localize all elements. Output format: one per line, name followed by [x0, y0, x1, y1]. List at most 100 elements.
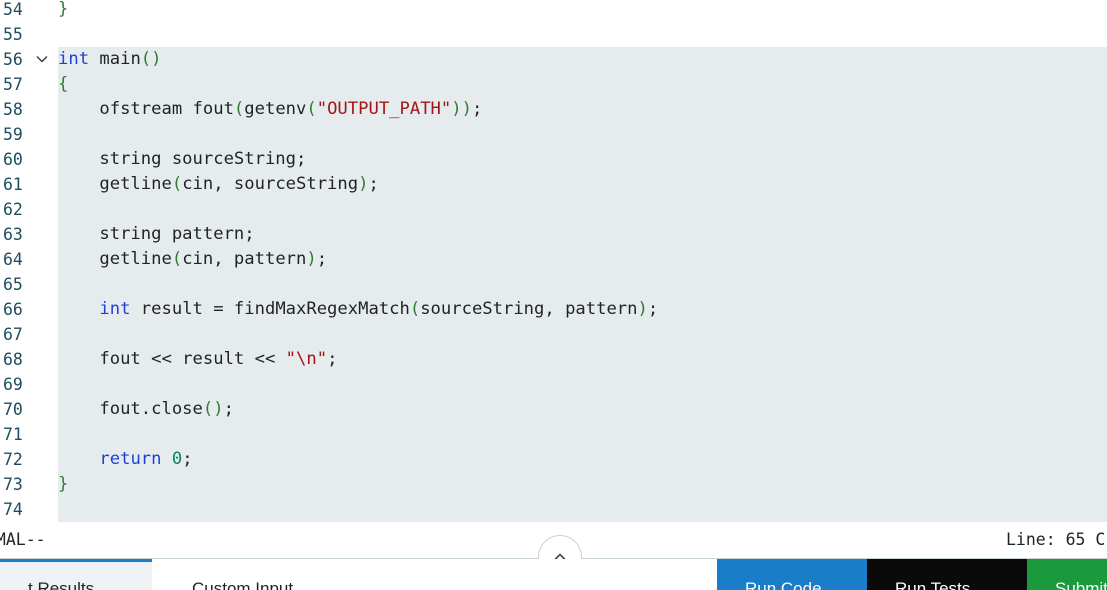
code-token: ; — [327, 349, 338, 369]
code-token: ; — [223, 399, 234, 419]
code-token: getenv — [244, 99, 307, 119]
line-number: 59 — [3, 125, 23, 144]
code-line[interactable]: 63 string pattern; — [0, 222, 1107, 247]
code-line[interactable]: 59 — [0, 122, 1107, 147]
line-number: 67 — [3, 325, 23, 344]
code-token: ) — [306, 249, 317, 269]
submit-label: Submit — [1055, 579, 1107, 590]
code-token: int — [99, 299, 131, 319]
code-token: ( — [306, 99, 317, 119]
line-gutter: 70 — [0, 397, 58, 422]
run-code-button[interactable]: Run Code — [717, 559, 867, 590]
code-token: fout << result << — [58, 349, 286, 369]
code-text: string pattern; — [58, 222, 255, 247]
code-line[interactable]: 68 fout << result << "\n"; — [0, 347, 1107, 372]
code-line[interactable]: 66 int result = findMaxRegexMatch(source… — [0, 297, 1107, 322]
code-line[interactable]: 71 — [0, 422, 1107, 447]
run-code-label: Run Code — [745, 579, 822, 590]
code-token: cin, pattern — [182, 249, 307, 269]
code-text: getline(cin, pattern); — [58, 247, 327, 272]
code-token: return — [99, 449, 162, 469]
code-line[interactable]: 64 getline(cin, pattern); — [0, 247, 1107, 272]
code-line[interactable]: 69 — [0, 372, 1107, 397]
line-number: 68 — [3, 350, 23, 369]
code-token: string pattern; — [58, 224, 255, 244]
code-token: () — [202, 399, 224, 419]
code-token: result = findMaxRegexMatch — [130, 299, 410, 319]
line-gutter: 61 — [0, 172, 58, 197]
code-token: () — [140, 49, 162, 69]
line-number: 63 — [3, 225, 23, 244]
line-highlight — [58, 447, 1107, 472]
code-text: getline(cin, sourceString); — [58, 172, 378, 197]
code-line[interactable]: 57 { — [0, 72, 1107, 97]
code-token: cin, sourceString — [182, 174, 359, 194]
line-gutter: 62 — [0, 197, 58, 222]
code-line[interactable]: 61 getline(cin, sourceString); — [0, 172, 1107, 197]
line-gutter: 68 — [0, 347, 58, 372]
code-token: getline — [58, 249, 172, 269]
code-token: main — [89, 49, 141, 69]
code-token: getline — [58, 174, 172, 194]
code-line[interactable]: 62 — [0, 197, 1107, 222]
line-highlight — [58, 22, 1107, 47]
line-highlight — [58, 72, 1107, 97]
code-token: ) — [637, 299, 648, 319]
line-highlight — [58, 197, 1107, 222]
code-line[interactable]: 56 int main() — [0, 47, 1107, 72]
code-text: return 0; — [58, 447, 192, 472]
tab-test-results[interactable]: t Results — [0, 559, 152, 590]
line-number: 72 — [3, 450, 23, 469]
code-line[interactable]: 74 — [0, 497, 1107, 522]
code-line[interactable]: 55 — [0, 22, 1107, 47]
code-token: } — [58, 474, 69, 494]
line-highlight — [58, 322, 1107, 347]
code-text: int main() — [58, 47, 162, 72]
code-line[interactable]: 72 return 0; — [0, 447, 1107, 472]
code-line[interactable]: 70 fout.close(); — [0, 397, 1107, 422]
code-text: string sourceString; — [58, 147, 306, 172]
code-token: "OUTPUT_PATH" — [316, 99, 452, 119]
chevron-down-icon[interactable] — [36, 53, 48, 65]
code-line[interactable]: 54} — [0, 0, 1107, 22]
code-line[interactable]: 58 ofstream fout(getenv("OUTPUT_PATH")); — [0, 97, 1107, 122]
code-text: ofstream fout(getenv("OUTPUT_PATH")); — [58, 97, 482, 122]
code-token: ( — [171, 174, 183, 194]
line-gutter: 54 — [0, 0, 58, 22]
code-editor[interactable]: 54} 55 56 int main() 57{58 ofstream fout(get… — [0, 0, 1107, 522]
line-highlight — [58, 497, 1107, 522]
code-text: fout << result << "\n"; — [58, 347, 337, 372]
line-gutter: 58 — [0, 97, 58, 122]
line-highlight — [58, 422, 1107, 447]
tab-custom-input[interactable]: Custom Input — [152, 559, 717, 590]
code-token: ( — [171, 249, 183, 269]
line-number: 74 — [3, 500, 23, 519]
code-line[interactable]: 60 string sourceString; — [0, 147, 1107, 172]
code-token: 0 — [171, 449, 183, 469]
line-number: 56 — [3, 50, 23, 69]
code-text: } — [58, 0, 68, 22]
line-number: 69 — [3, 375, 23, 394]
line-number: 64 — [3, 250, 23, 269]
run-tests-button[interactable]: Run Tests — [867, 559, 1027, 590]
line-highlight — [58, 0, 1107, 22]
line-gutter: 64 — [0, 247, 58, 272]
code-line[interactable]: 67 — [0, 322, 1107, 347]
line-gutter: 66 — [0, 297, 58, 322]
line-gutter: 73 — [0, 472, 58, 497]
submit-button[interactable]: Submit — [1027, 559, 1107, 590]
code-token: ) — [358, 174, 369, 194]
code-token: ; — [316, 249, 328, 269]
code-line[interactable]: 73} — [0, 472, 1107, 497]
line-number: 60 — [3, 150, 23, 169]
tab-test-results-label: t Results — [28, 579, 95, 590]
line-gutter: 57 — [0, 72, 58, 97]
line-gutter: 59 — [0, 122, 58, 147]
code-line[interactable]: 65 — [0, 272, 1107, 297]
tab-custom-input-label: Custom Input — [192, 579, 294, 590]
line-gutter: 67 — [0, 322, 58, 347]
line-number: 71 — [3, 425, 23, 444]
